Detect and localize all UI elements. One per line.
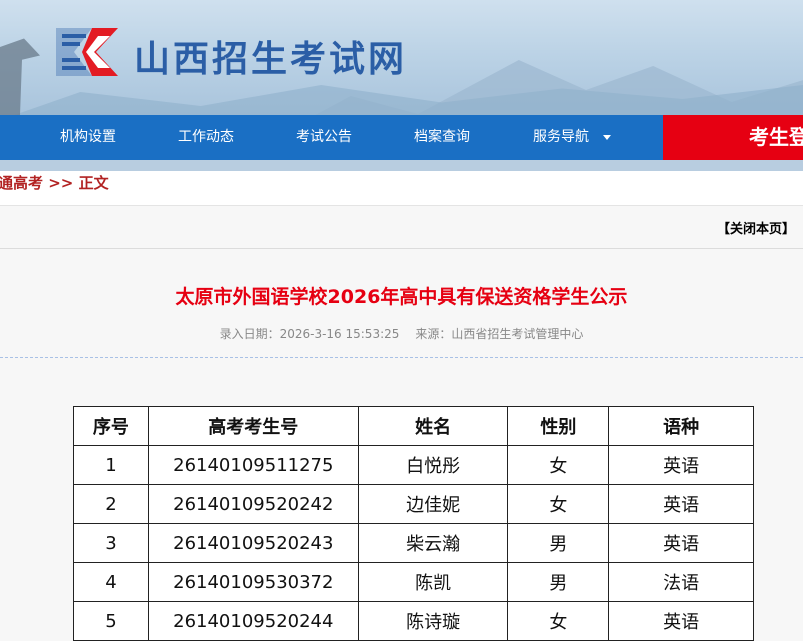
col-header-language: 语种 xyxy=(608,406,754,446)
cell-language: 英语 xyxy=(608,601,754,641)
cell-language: 英语 xyxy=(608,484,754,524)
cell-exam-id: 26140109520244 xyxy=(147,601,359,641)
col-header-name: 姓名 xyxy=(357,406,509,446)
table-row: 3 26140109520243 柴云瀚 男 英语 xyxy=(73,523,754,563)
cell-exam-id: 26140109511275 xyxy=(147,445,359,485)
cell-index: 4 xyxy=(73,562,149,602)
cell-index: 3 xyxy=(73,523,149,563)
cell-name: 陈凯 xyxy=(357,562,509,602)
header-banner: 山西招生考试网 xyxy=(0,0,803,115)
cell-gender: 女 xyxy=(507,445,610,485)
cell-index: 1 xyxy=(73,445,149,485)
breadcrumb: 通高考 >> 正文 xyxy=(0,171,803,206)
cell-language: 法语 xyxy=(608,562,754,602)
article-toolbar: 【关闭本页】 xyxy=(0,206,803,249)
table-row: 1 26140109511275 白悦彤 女 英语 xyxy=(73,445,754,485)
nav-item-services[interactable]: 服务导航 xyxy=(533,115,611,160)
pagoda-decoration xyxy=(0,38,40,115)
chevron-down-icon xyxy=(603,134,611,140)
cell-name: 柴云瀚 xyxy=(357,523,509,563)
cell-index: 5 xyxy=(73,601,149,641)
cell-index: 2 xyxy=(73,484,149,524)
cell-gender: 男 xyxy=(507,523,610,563)
article-meta: 录入日期：2026-3-16 15:53:25 来源：山西省招生考试管理中心 xyxy=(0,325,803,342)
col-header-gender: 性别 xyxy=(507,406,610,446)
article-title: 太原市外国语学校2026年高中具有保送资格学生公示 xyxy=(175,286,628,308)
cell-exam-id: 26140109520243 xyxy=(147,523,359,563)
cell-exam-id: 26140109520242 xyxy=(147,484,359,524)
cell-gender: 女 xyxy=(507,484,610,524)
cell-gender: 女 xyxy=(507,601,610,641)
breadcrumb-text[interactable]: 通高考 >> 正文 xyxy=(0,171,109,195)
cell-name: 白悦彤 xyxy=(357,445,509,485)
nav-item-announcements[interactable]: 考试公告 xyxy=(296,115,352,160)
nav-item-org[interactable]: 机构设置 xyxy=(60,115,116,160)
cell-name: 陈诗璇 xyxy=(357,601,509,641)
cell-language: 英语 xyxy=(608,445,754,485)
cell-name: 边佳妮 xyxy=(357,484,509,524)
table-row: 2 26140109520242 边佳妮 女 英语 xyxy=(73,484,754,524)
cell-language: 英语 xyxy=(608,523,754,563)
col-header-index: 序号 xyxy=(73,406,149,446)
table-header-row: 序号 高考考生号 姓名 性别 语种 xyxy=(73,406,754,446)
cell-gender: 男 xyxy=(507,562,610,602)
nav-item-news[interactable]: 工作动态 xyxy=(178,115,234,160)
cell-exam-id: 26140109530372 xyxy=(147,562,359,602)
divider xyxy=(0,357,803,358)
table-row: 4 26140109530372 陈凯 男 法语 xyxy=(73,562,754,602)
exam-logo-icon[interactable] xyxy=(52,22,122,80)
table-row: 5 26140109520244 陈诗璇 女 英语 xyxy=(73,601,754,641)
banner-bottom-band xyxy=(0,160,803,171)
candidate-login-button[interactable]: 考生登 xyxy=(663,115,803,160)
candidate-login-label: 考生登 xyxy=(749,125,803,149)
entry-date: 录入日期：2026-3-16 15:53:25 xyxy=(219,327,400,341)
nav-item-archive-query[interactable]: 档案查询 xyxy=(414,115,470,160)
site-title[interactable]: 山西招生考试网 xyxy=(134,30,407,82)
close-page-link[interactable]: 【关闭本页】 xyxy=(717,218,795,237)
nav-item-services-label: 服务导航 xyxy=(533,129,589,145)
main-nav: 机构设置 工作动态 考试公告 档案查询 服务导航 xyxy=(0,115,663,160)
col-header-exam-id: 高考考生号 xyxy=(147,406,359,446)
article-source: 来源：山西省招生考试管理中心 xyxy=(415,327,584,341)
student-table: 序号 高考考生号 姓名 性别 语种 1 26140109511275 白悦彤 女… xyxy=(73,406,754,641)
